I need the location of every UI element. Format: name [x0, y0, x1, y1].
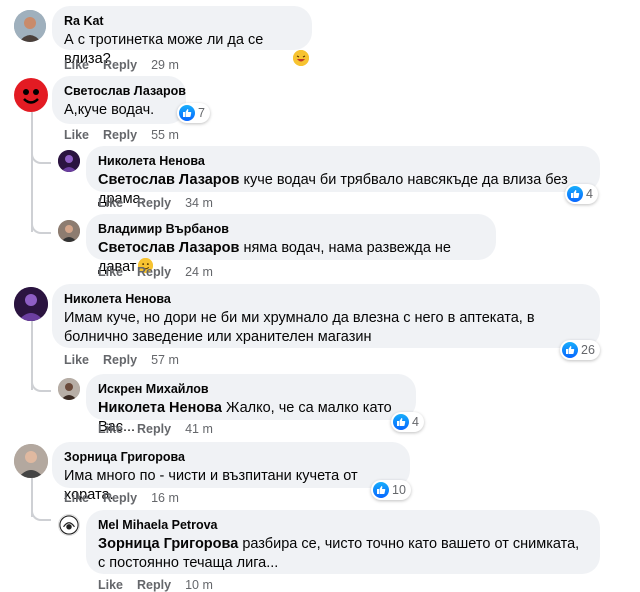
comment-author[interactable]: Николета Ненова — [64, 292, 588, 307]
comment-bubble: Искрен Михайлов Николета Ненова Жалко, ч… — [86, 374, 416, 435]
comment-actions: Like Reply 55 m — [64, 128, 179, 142]
like-button[interactable]: Like — [64, 58, 89, 72]
mention-link[interactable]: Зорница Григорова — [98, 536, 238, 552]
comment-text: Зорница Григорова разбира се, чисто точн… — [98, 535, 588, 573]
thumbs-up-icon — [567, 186, 583, 202]
avatar[interactable] — [58, 150, 80, 172]
thumbs-up-icon — [562, 342, 578, 358]
mention-link[interactable]: Николета Ненова — [98, 400, 222, 416]
timestamp[interactable]: 24 m — [185, 265, 213, 279]
comment-actions: Like Reply 24 m — [98, 265, 213, 279]
comment-bubble: Ra Kat А с тротинетка може ли да се влиз… — [52, 6, 312, 67]
profile-photo-icon — [58, 150, 80, 172]
thread-curve — [31, 218, 51, 234]
reaction-count[interactable]: 7 — [177, 103, 210, 123]
like-button[interactable]: Like — [98, 422, 123, 436]
comment-actions: Like Reply 10 m — [98, 578, 213, 592]
reply-button[interactable]: Reply — [137, 578, 171, 592]
comment-bubble: Mel Mihaela Petrova Зорница Григорова ра… — [86, 510, 600, 574]
thumbs-up-icon — [393, 414, 409, 430]
like-button[interactable]: Like — [98, 196, 123, 210]
reaction-number: 10 — [392, 483, 406, 497]
thread-line — [31, 112, 33, 232]
laughing-emoji-icon — [293, 50, 309, 66]
comment-bubble: Зорница Григорова Има много по - чисти и… — [52, 442, 410, 503]
thread-curve — [31, 148, 51, 164]
reaction-count[interactable]: 4 — [565, 184, 598, 204]
timestamp[interactable]: 16 m — [151, 491, 179, 505]
like-button[interactable]: Like — [64, 128, 89, 142]
reply-button[interactable]: Reply — [137, 196, 171, 210]
devil-emoji-avatar-icon — [16, 80, 46, 110]
avatar[interactable] — [58, 220, 80, 242]
comment-author[interactable]: Владимир Върбанов — [98, 222, 484, 237]
mention-link[interactable]: Светослав Лазаров — [98, 172, 239, 188]
comment-bubble: Владимир Върбанов Светослав Лазаров няма… — [86, 214, 496, 275]
comment-actions: Like Reply 16 m — [64, 491, 179, 505]
avatar[interactable] — [14, 287, 48, 321]
comment-actions: Like Reply 29 m — [64, 58, 179, 72]
comment-author[interactable]: Искрен Михайлов — [98, 382, 404, 397]
comment-author[interactable]: Mel Mihaela Petrova — [98, 518, 588, 533]
comment-bubble: Николета Ненова Имам куче, но дори не би… — [52, 284, 600, 348]
reaction-count[interactable]: 4 — [391, 412, 424, 432]
thread-curve — [31, 505, 51, 521]
comment-body: А,куче водач. — [64, 102, 155, 118]
comment-actions: Like Reply 41 m — [98, 422, 213, 436]
comment-bubble: Николета Ненова Светослав Лазаров куче в… — [86, 146, 600, 207]
reaction-count[interactable]: 26 — [560, 340, 600, 360]
thumbs-up-icon — [373, 482, 389, 498]
reply-button[interactable]: Reply — [137, 265, 171, 279]
reaction-number: 7 — [198, 106, 205, 120]
comment-author[interactable]: Зорница Григорова — [64, 450, 398, 465]
like-button[interactable]: Like — [98, 578, 123, 592]
like-button[interactable]: Like — [64, 491, 89, 505]
avatar[interactable] — [14, 78, 48, 112]
reaction-number: 4 — [586, 187, 593, 201]
profile-photo-icon — [58, 378, 80, 400]
thread-curve — [31, 376, 51, 392]
avatar[interactable] — [58, 378, 80, 400]
reply-button[interactable]: Reply — [103, 353, 137, 367]
timestamp[interactable]: 10 m — [185, 578, 213, 592]
comment-author[interactable]: Николета Ненова — [98, 154, 588, 169]
reply-button[interactable]: Reply — [103, 128, 137, 142]
reaction-number: 4 — [412, 415, 419, 429]
reply-button[interactable]: Reply — [137, 422, 171, 436]
profile-photo-icon — [14, 10, 46, 42]
comment-author[interactable]: Светослав Лазаров — [64, 84, 186, 99]
profile-photo-icon — [14, 444, 48, 478]
timestamp[interactable]: 34 m — [185, 196, 213, 210]
timestamp[interactable]: 41 m — [185, 422, 213, 436]
comment-bubble: Светослав Лазаров А,куче водач. — [52, 76, 186, 124]
mention-link[interactable]: Светослав Лазаров — [98, 240, 239, 256]
timestamp[interactable]: 57 m — [151, 353, 179, 367]
timestamp[interactable]: 29 m — [151, 58, 179, 72]
like-button[interactable]: Like — [98, 265, 123, 279]
profile-photo-icon — [59, 515, 79, 535]
timestamp[interactable]: 55 m — [151, 128, 179, 142]
comment-author[interactable]: Ra Kat — [64, 14, 300, 29]
reaction-number: 26 — [581, 343, 595, 357]
reaction-count[interactable]: 10 — [371, 480, 411, 500]
profile-photo-icon — [14, 287, 48, 321]
reply-button[interactable]: Reply — [103, 491, 137, 505]
avatar[interactable] — [58, 514, 80, 536]
thumbs-up-icon — [179, 105, 195, 121]
reply-button[interactable]: Reply — [103, 58, 137, 72]
comment-body: Имам куче, но дори не би ми хрумнало да … — [64, 310, 535, 345]
profile-photo-icon — [58, 220, 80, 242]
comment-actions: Like Reply 34 m — [98, 196, 213, 210]
comment-actions: Like Reply 57 m — [64, 353, 179, 367]
avatar[interactable] — [14, 10, 46, 42]
avatar[interactable] — [14, 444, 48, 478]
like-button[interactable]: Like — [64, 353, 89, 367]
